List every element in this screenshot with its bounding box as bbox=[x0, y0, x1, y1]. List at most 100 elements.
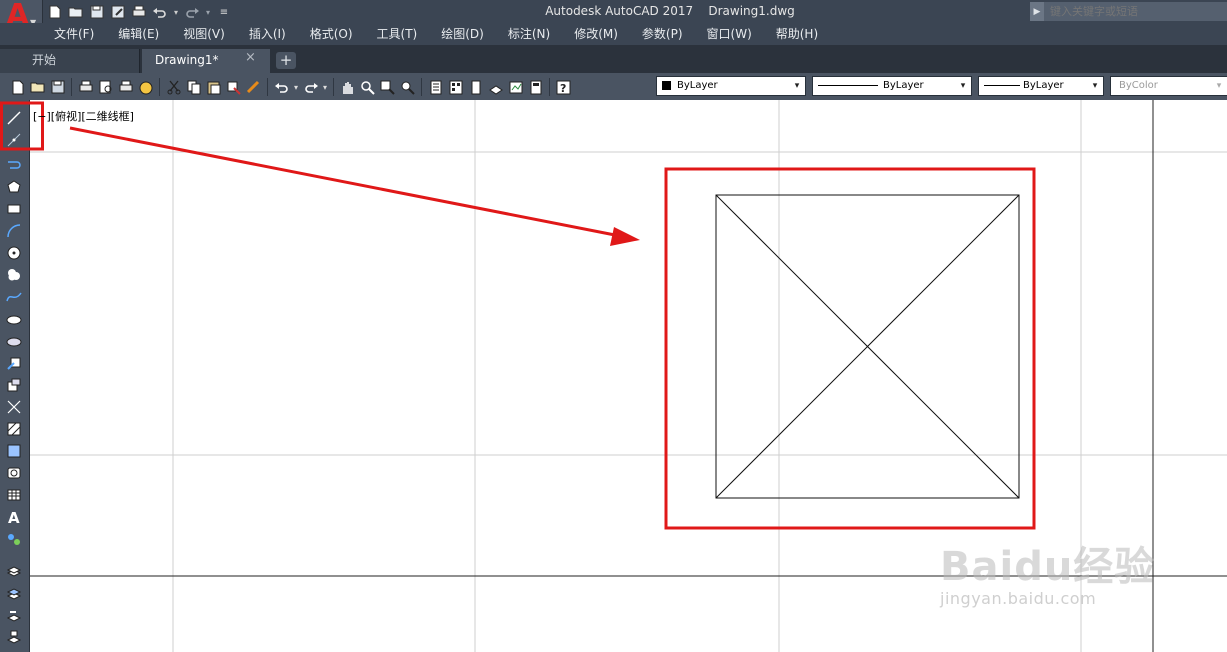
zoom-previous-icon[interactable] bbox=[398, 78, 417, 97]
plot-preview-icon[interactable] bbox=[96, 78, 115, 97]
menu-help[interactable]: 帮助(H) bbox=[764, 23, 830, 45]
match-properties-icon[interactable] bbox=[224, 78, 243, 97]
revision-cloud-icon[interactable] bbox=[3, 266, 25, 284]
menu-format[interactable]: 格式(O) bbox=[298, 23, 365, 45]
linetype-combo[interactable]: ByLayer ▾ bbox=[812, 76, 972, 96]
sheet-set-icon[interactable] bbox=[486, 78, 505, 97]
multiline-text-icon[interactable]: A bbox=[3, 508, 25, 526]
chevron-down-icon: ▾ bbox=[1092, 81, 1098, 91]
tab-start[interactable]: 开始 bbox=[0, 49, 140, 73]
layer-isolate-icon[interactable] bbox=[3, 628, 25, 646]
plot-style-combo[interactable]: ByColor ▾ bbox=[1110, 76, 1227, 96]
save-icon[interactable] bbox=[88, 3, 106, 21]
3d-print-icon[interactable] bbox=[136, 78, 155, 97]
layer-color-value: ByLayer bbox=[677, 80, 718, 91]
window-title: Autodesk AutoCAD 2017 Drawing1.dwg bbox=[545, 4, 795, 18]
menu-tools[interactable]: 工具(T) bbox=[365, 23, 430, 45]
insert-block-icon[interactable] bbox=[3, 354, 25, 372]
redo-dropdown-icon[interactable]: ▾ bbox=[321, 78, 329, 97]
search-expand-icon[interactable]: ▶ bbox=[1030, 2, 1044, 21]
cut-icon[interactable] bbox=[164, 78, 183, 97]
zoom-realtime-icon[interactable] bbox=[358, 78, 377, 97]
menu-parametric[interactable]: 参数(P) bbox=[630, 23, 695, 45]
print-icon[interactable] bbox=[130, 3, 148, 21]
new-tab-button[interactable]: + bbox=[276, 52, 296, 69]
redo-icon[interactable] bbox=[301, 78, 320, 97]
toolbar-separator bbox=[71, 78, 72, 96]
undo-icon[interactable] bbox=[151, 3, 169, 21]
ellipse-icon[interactable] bbox=[3, 310, 25, 328]
search-input[interactable] bbox=[1046, 2, 1227, 21]
chevron-down-icon: ▾ bbox=[794, 81, 800, 91]
menu-modify[interactable]: 修改(M) bbox=[562, 23, 630, 45]
annotation-arrow-head bbox=[610, 227, 640, 246]
svg-text:?: ? bbox=[560, 82, 566, 95]
design-center-icon[interactable] bbox=[446, 78, 465, 97]
properties-icon[interactable] bbox=[426, 78, 445, 97]
toolbar-separator bbox=[267, 78, 268, 96]
open-folder-icon[interactable] bbox=[67, 3, 85, 21]
new-file-icon[interactable] bbox=[46, 3, 64, 21]
redo-icon[interactable] bbox=[183, 3, 201, 21]
add-selected-icon[interactable] bbox=[3, 530, 25, 548]
lineweight-preview bbox=[984, 85, 1020, 86]
undo-dropdown-icon[interactable]: ▾ bbox=[172, 3, 180, 21]
toolbar-separator bbox=[333, 78, 334, 96]
watermark-logo-text: Baidu经验 bbox=[940, 544, 1156, 590]
svg-text:A: A bbox=[8, 509, 20, 525]
menu-dimension[interactable]: 标注(N) bbox=[496, 23, 562, 45]
plot-icon[interactable] bbox=[76, 78, 95, 97]
tool-palettes-icon[interactable] bbox=[466, 78, 485, 97]
copy-icon[interactable] bbox=[184, 78, 203, 97]
publish-icon[interactable] bbox=[116, 78, 135, 97]
save-icon[interactable] bbox=[48, 78, 67, 97]
menu-file[interactable]: 文件(F) bbox=[42, 23, 106, 45]
rectangle-icon[interactable] bbox=[3, 200, 25, 218]
annotation-arrow-shaft bbox=[69, 126, 621, 238]
markup-icon[interactable] bbox=[506, 78, 525, 97]
watermark-url: jingyan.baidu.com bbox=[940, 589, 1097, 608]
ellipse-arc-icon[interactable] bbox=[3, 332, 25, 350]
new-icon[interactable] bbox=[8, 78, 27, 97]
hatch-icon[interactable] bbox=[3, 420, 25, 438]
block-editor-icon[interactable] bbox=[244, 78, 263, 97]
spline-icon[interactable] bbox=[3, 288, 25, 306]
lineweight-value: ByLayer bbox=[1023, 80, 1064, 91]
zoom-window-icon[interactable] bbox=[378, 78, 397, 97]
layer-previous-icon[interactable] bbox=[3, 606, 25, 624]
calculator-icon[interactable] bbox=[526, 78, 545, 97]
make-block-icon[interactable] bbox=[3, 376, 25, 394]
toolbar-separator bbox=[549, 78, 550, 96]
paste-icon[interactable] bbox=[204, 78, 223, 97]
region-icon[interactable] bbox=[3, 464, 25, 482]
polyline-icon[interactable] bbox=[3, 156, 25, 174]
baidu-jingyan-watermark: Baidu经验 jingyan.baidu.com bbox=[940, 545, 1155, 609]
close-tab-icon[interactable]: × bbox=[245, 50, 256, 65]
viewport-controls-label[interactable]: [−][俯视][二维线框] bbox=[33, 108, 134, 124]
menu-insert[interactable]: 插入(I) bbox=[237, 23, 298, 45]
open-icon[interactable] bbox=[28, 78, 47, 97]
arc-icon[interactable] bbox=[3, 222, 25, 240]
save-as-icon[interactable] bbox=[109, 3, 127, 21]
undo-icon[interactable] bbox=[272, 78, 291, 97]
layer-properties-icon[interactable] bbox=[3, 562, 25, 580]
point-icon[interactable] bbox=[3, 398, 25, 416]
toolbar-separator bbox=[159, 78, 160, 96]
gradient-icon[interactable] bbox=[3, 442, 25, 460]
undo-dropdown-icon[interactable]: ▾ bbox=[292, 78, 300, 97]
layer-states-icon[interactable] bbox=[3, 584, 25, 602]
menu-view[interactable]: 视图(V) bbox=[171, 23, 237, 45]
menu-edit[interactable]: 编辑(E) bbox=[106, 23, 171, 45]
customize-qat-icon[interactable]: ≡ bbox=[215, 3, 233, 21]
pan-icon[interactable] bbox=[338, 78, 357, 97]
lineweight-combo[interactable]: ByLayer ▾ bbox=[978, 76, 1104, 96]
toolbar-separator bbox=[421, 78, 422, 96]
polygon-icon[interactable] bbox=[3, 178, 25, 196]
help-icon[interactable]: ? bbox=[554, 78, 573, 97]
menu-draw[interactable]: 绘图(D) bbox=[429, 23, 496, 45]
table-icon[interactable] bbox=[3, 486, 25, 504]
circle-icon[interactable] bbox=[3, 244, 25, 262]
menu-window[interactable]: 窗口(W) bbox=[695, 23, 764, 45]
redo-dropdown-icon[interactable]: ▾ bbox=[204, 3, 212, 21]
layer-color-combo[interactable]: ByLayer ▾ bbox=[656, 76, 806, 96]
